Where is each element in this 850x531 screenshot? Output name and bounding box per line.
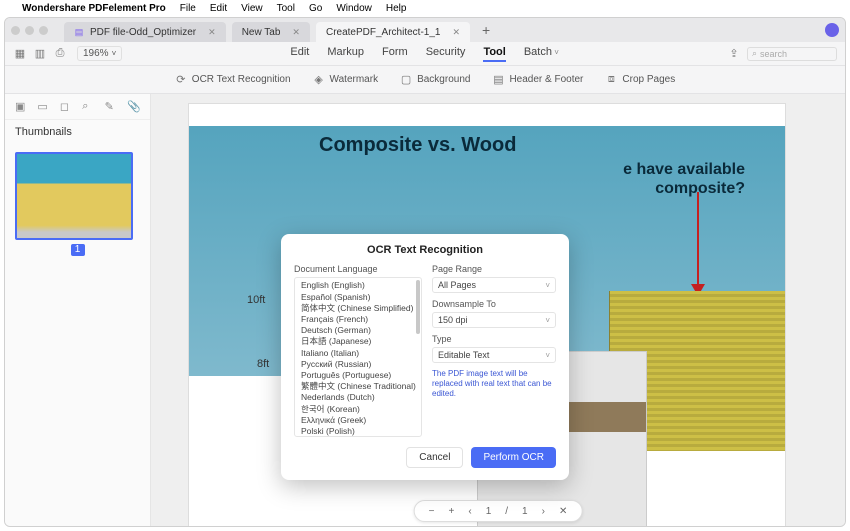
dialog-title: OCR Text Recognition: [294, 244, 556, 256]
tab-label: PDF file-Odd_Optimizer: [90, 27, 196, 38]
cancel-button[interactable]: Cancel: [406, 447, 463, 468]
body-area: ▣ ▭ ◻ ⌕ ✎ 📎 Thumbnails 1 Composite vs. W…: [5, 94, 845, 526]
scrollbar-thumb[interactable]: [416, 280, 420, 334]
type-value: Editable Text: [438, 350, 489, 360]
app-window: ▤ PDF file-Odd_Optimizer ✕ New Tab ✕ Cre…: [4, 17, 846, 527]
close-icon[interactable]: ✕: [292, 27, 300, 38]
menu-markup[interactable]: Markup: [327, 46, 364, 62]
chevron-down-icon: ˅: [545, 281, 550, 290]
share-icon[interactable]: ⇪: [727, 47, 741, 61]
language-option[interactable]: Nederlands (Dutch): [299, 392, 417, 403]
menu-tool[interactable]: Tool: [483, 46, 505, 62]
language-option[interactable]: Deutsch (German): [299, 325, 417, 336]
close-icon[interactable]: ✕: [452, 27, 460, 38]
view-grid-icon[interactable]: ▥: [33, 46, 47, 60]
language-option[interactable]: 日本語 (Japanese): [299, 336, 417, 347]
app-name: Wondershare PDFelement Pro: [22, 3, 166, 14]
mac-menubar: Wondershare PDFelement Pro File Edit Vie…: [0, 0, 850, 16]
ocr-label: OCR Text Recognition: [192, 74, 291, 85]
tab-createpdf-architect[interactable]: CreatePDF_Architect-1_1 ✕: [316, 22, 470, 42]
ocr-button[interactable]: ⟳ OCR Text Recognition: [175, 74, 291, 86]
menu-security[interactable]: Security: [426, 46, 466, 62]
page-range-value: All Pages: [438, 280, 476, 290]
background-label: Background: [417, 74, 470, 85]
language-label: Document Language: [294, 264, 422, 274]
chevron-down-icon: ˅: [545, 351, 550, 360]
pdf-icon: ▤: [74, 27, 84, 37]
dialog-overlay: OCR Text Recognition Document Language E…: [5, 94, 845, 526]
watermark-button[interactable]: ◈ Watermark: [313, 74, 379, 86]
zoom-value: 196%: [83, 48, 109, 59]
tab-label: New Tab: [242, 27, 281, 38]
print-icon[interactable]: ⎙: [53, 46, 67, 60]
menu-go[interactable]: Go: [309, 3, 322, 14]
language-option[interactable]: Ελληνικά (Greek): [299, 415, 417, 426]
language-option[interactable]: Português (Portuguese): [299, 370, 417, 381]
chevron-down-icon: ˅: [545, 316, 550, 325]
crop-button[interactable]: ⧈ Crop Pages: [605, 74, 675, 86]
menu-window[interactable]: Window: [336, 3, 372, 14]
menu-batch[interactable]: Batch: [524, 46, 559, 62]
language-option[interactable]: Italiano (Italian): [299, 347, 417, 358]
watermark-icon: ◈: [313, 74, 325, 86]
crop-icon: ⧈: [605, 74, 617, 86]
downsample-select[interactable]: 150 dpi ˅: [432, 312, 556, 328]
type-hint: The PDF image text will be replaced with…: [432, 369, 556, 399]
menu-help[interactable]: Help: [386, 3, 407, 14]
sidebar-toggle-icon[interactable]: ▦: [13, 46, 27, 60]
background-icon: ▢: [400, 74, 412, 86]
type-select[interactable]: Editable Text ˅: [432, 347, 556, 363]
zoom-select[interactable]: 196% ˅: [77, 46, 122, 61]
perform-ocr-button[interactable]: Perform OCR: [471, 447, 556, 468]
add-tab-button[interactable]: +: [482, 22, 490, 38]
chevron-down-icon: ˅: [112, 49, 117, 58]
downsample-label: Downsample To: [432, 299, 556, 309]
hf-label: Header & Footer: [509, 74, 583, 85]
header-footer-button[interactable]: ▤ Header & Footer: [492, 74, 583, 86]
titlebar: ▤ PDF file-Odd_Optimizer ✕ New Tab ✕ Cre…: [5, 18, 845, 42]
background-button[interactable]: ▢ Background: [400, 74, 470, 86]
toolbar: ▦ ▥ ⎙ 196% ˅ Edit Markup Form Security T…: [5, 42, 845, 66]
language-option[interactable]: Español (Spanish): [299, 291, 417, 302]
tab-label: CreatePDF_Architect-1_1: [326, 27, 441, 38]
watermark-label: Watermark: [330, 74, 379, 85]
language-option[interactable]: Русский (Russian): [299, 359, 417, 370]
menu-form[interactable]: Form: [382, 46, 408, 62]
crop-label: Crop Pages: [622, 74, 675, 85]
language-option[interactable]: 한국어 (Korean): [299, 403, 417, 414]
downsample-value: 150 dpi: [438, 315, 468, 325]
search-placeholder: search: [760, 49, 787, 59]
language-option[interactable]: English (English): [299, 280, 417, 291]
language-option[interactable]: Polski (Polish): [299, 426, 417, 437]
avatar[interactable]: [825, 23, 839, 37]
menu-view[interactable]: View: [241, 3, 263, 14]
close-icon[interactable]: ✕: [208, 27, 216, 38]
search-icon: ⌕: [752, 48, 757, 59]
page-range-label: Page Range: [432, 264, 556, 274]
search-input[interactable]: ⌕ search: [747, 47, 837, 61]
tool-row: ⟳ OCR Text Recognition ◈ Watermark ▢ Backgr…: [5, 66, 845, 94]
language-option[interactable]: 简体中文 (Chinese Simplified): [299, 302, 417, 313]
menu-edit[interactable]: Edit: [290, 46, 309, 62]
language-listbox[interactable]: English (English)Español (Spanish)简体中文 (…: [294, 277, 422, 437]
window-controls[interactable]: [11, 26, 48, 35]
language-option[interactable]: 繁體中文 (Chinese Traditional): [299, 381, 417, 392]
type-label: Type: [432, 334, 556, 344]
tab-new-tab[interactable]: New Tab ✕: [232, 22, 310, 42]
menu-edit[interactable]: Edit: [210, 3, 227, 14]
ocr-dialog: OCR Text Recognition Document Language E…: [281, 234, 569, 480]
header-footer-icon: ▤: [492, 74, 504, 86]
page-range-select[interactable]: All Pages ˅: [432, 277, 556, 293]
language-option[interactable]: Français (French): [299, 314, 417, 325]
ocr-icon: ⟳: [175, 74, 187, 86]
menu-tool[interactable]: Tool: [277, 3, 295, 14]
menu-file[interactable]: File: [180, 3, 196, 14]
tab-file-odd-optimizer[interactable]: ▤ PDF file-Odd_Optimizer ✕: [64, 22, 226, 42]
